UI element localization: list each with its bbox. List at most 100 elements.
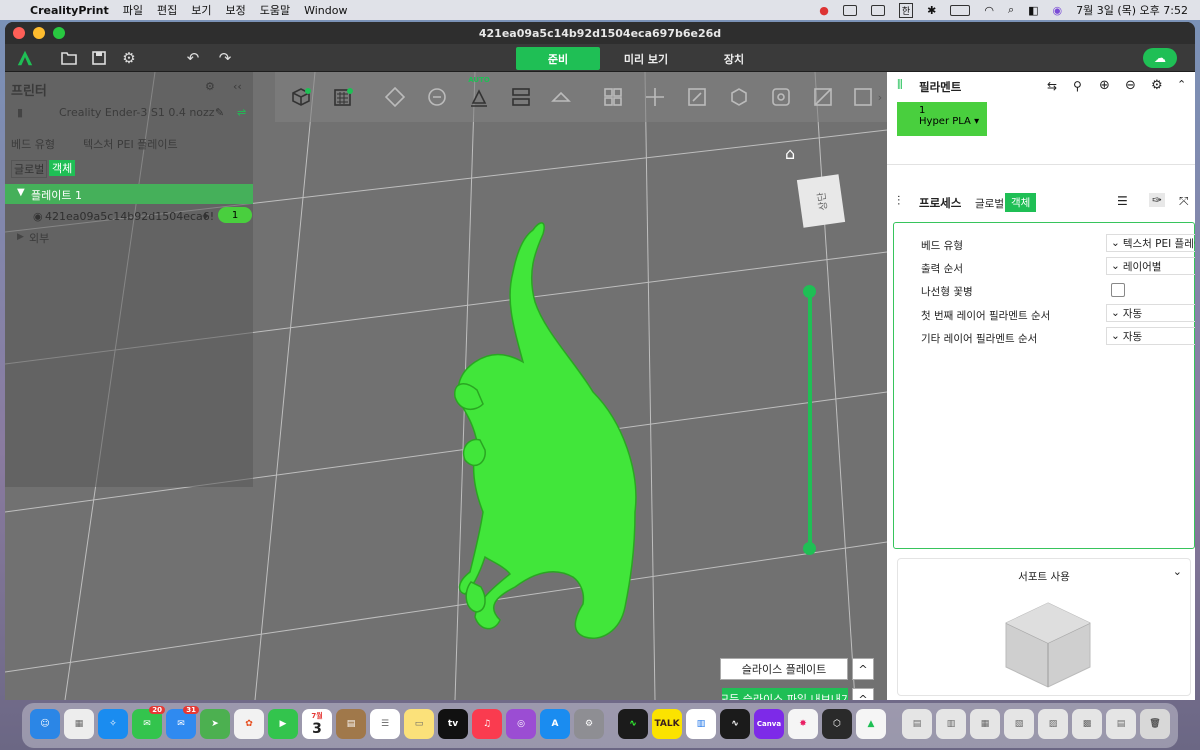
menubar-app-name[interactable]: CrealityPrint [30,4,109,17]
scale-icon[interactable] [683,84,711,110]
prop-spiral-vase-checkbox[interactable] [1111,283,1125,297]
mode-object-tab[interactable]: 객체 [49,160,76,176]
object-name[interactable]: 421ea09a5c14b92d1504eca6! [45,210,214,223]
filament-dropdown-icon[interactable]: ▾ [974,116,979,127]
mode-global-tab[interactable]: 글로벌 [11,160,48,178]
cloud-upload-button[interactable]: ☁ [1143,48,1177,68]
finder-icon[interactable]: ☺ [30,709,60,739]
photos-icon[interactable]: ✿ [234,709,264,739]
edit-printer-icon[interactable]: ✎ [215,106,224,119]
siri-icon[interactable]: ◉ [1053,4,1063,17]
trash-icon[interactable]: 🗑 [1140,709,1170,739]
auto-orient-icon[interactable] [465,84,493,110]
docs-icon[interactable]: ▥ [686,709,716,739]
tab-device[interactable]: 장치 [692,47,776,70]
bed-type-select[interactable]: 텍스처 PEI 플레이트 [83,136,178,152]
messages-icon[interactable]: ✉ 20 [132,706,165,739]
export-options-caret-button[interactable]: ^ [852,688,874,700]
undo-icon[interactable]: ↶ [183,48,203,68]
process-connect-icon[interactable]: ⤧ [1179,194,1189,209]
music-icon[interactable]: ♫ [472,709,502,739]
dock-document-4-icon[interactable]: ▧ [1004,709,1034,739]
dock-document-5-icon[interactable]: ▨ [1038,709,1068,739]
app-store-icon[interactable]: A [540,709,570,739]
object-settings-icon[interactable]: ✦ [201,210,210,223]
mail-icon[interactable]: ✉ 31 [166,706,199,739]
open-folder-icon[interactable] [59,48,79,68]
menu-view[interactable]: 보기 [191,2,211,18]
save-icon[interactable] [89,48,109,68]
spotlight-icon[interactable]: ⌕ [1008,3,1014,17]
support-expand-icon[interactable]: ⌄ [1173,565,1182,578]
settings-gear-icon[interactable]: ⚙ [119,48,139,68]
input-method-icon[interactable]: 한 [898,2,914,18]
menu-calibration[interactable]: 보정 [225,2,245,18]
canva-icon[interactable]: Canva [754,709,784,739]
dock-document-2-icon[interactable]: ▥ [936,709,966,739]
filament-collapse-icon[interactable]: ⌃ [1177,78,1186,91]
process-tab-global[interactable]: 글로벌 [975,196,1004,211]
filament-settings-gear-icon[interactable]: ⚙ [1151,78,1163,93]
layer-slider-top-handle[interactable] [803,285,816,298]
process-list-icon[interactable]: ☰ [1117,194,1128,208]
podcasts-icon[interactable]: ◎ [506,709,536,739]
plate-expand-icon[interactable]: ▼ [17,187,25,198]
rotate-icon[interactable] [725,84,753,110]
visibility-eye-icon[interactable]: ◉ [33,210,43,223]
calendar-icon[interactable]: 7월 3 [302,709,332,739]
support-paint-icon[interactable] [809,84,837,110]
printer-name-select[interactable]: Creality Ender-3 S1 0.4 nozz [59,106,215,119]
object-filament-badge[interactable]: 1 [218,207,252,223]
facetime-icon[interactable]: ▶ [268,709,298,739]
home-view-icon[interactable]: ⌂ [785,144,795,163]
process-brush-icon[interactable]: ✑ [1149,193,1166,207]
process-tab-object[interactable]: 객체 [1005,193,1037,212]
kakaotalk-icon[interactable]: TALK [652,709,682,739]
menu-help[interactable]: 도움말 [260,2,290,18]
slice-plate-button[interactable]: 슬라이스 플레이트 [720,658,848,680]
redo-icon[interactable]: ↷ [215,48,235,68]
dock-document-1-icon[interactable]: ▤ [902,709,932,739]
dock-document-3-icon[interactable]: ▦ [970,709,1000,739]
window-icon[interactable] [870,4,885,16]
menubar-clock[interactable]: 7월 3일 (목) 오후 7:52 [1076,2,1188,18]
split-layout-icon[interactable] [507,84,535,110]
wifi-icon[interactable]: ◠ [984,4,994,17]
system-settings-icon[interactable]: ⚙ [574,709,604,739]
toolbar-scroll-right-icon[interactable]: › [873,84,887,110]
arrange-icon[interactable] [381,84,409,110]
add-filament-icon[interactable]: ⊕ [1099,78,1110,93]
menu-file[interactable]: 파일 [123,2,143,18]
safari-icon[interactable]: ✧ [98,709,128,739]
bambu-studio-icon[interactable]: ⬡ [822,709,852,739]
battery-icon[interactable] [950,4,971,16]
record-icon[interactable]: ● [819,4,829,17]
multi-object-icon[interactable] [599,84,627,110]
printer-settings-gear-icon[interactable]: ⚙ [205,80,215,93]
view-cube[interactable]: 상단 [796,174,846,228]
tab-preview[interactable]: 미리 보기 [604,47,688,70]
add-cube-icon[interactable] [287,84,315,110]
activity-monitor-icon[interactable]: ∿ [618,709,648,739]
layer-slider-track[interactable] [808,290,812,547]
cut-icon[interactable] [767,84,795,110]
prop-bed-type-select[interactable]: ⌄ 텍스처 PEI 플레이 [1106,234,1195,252]
menu-edit[interactable]: 편집 [157,2,177,18]
plate-row[interactable]: ▼ 플레이트 1 [5,184,253,204]
filament-nozzle-icon[interactable]: ⚲ [1073,79,1082,93]
remove-filament-icon[interactable]: ⊖ [1125,78,1136,93]
screen-icon[interactable] [842,4,857,16]
move-icon[interactable] [641,84,669,110]
cougar-model[interactable] [435,212,665,652]
prop-first-layer-order-select[interactable]: ⌄ 자동 [1106,304,1195,322]
tab-prepare[interactable]: 준비 [516,47,600,70]
stocks-icon[interactable]: ∿ [720,709,750,739]
reminders-icon[interactable]: ☰ [370,709,400,739]
lay-on-face-icon[interactable] [547,84,575,110]
color-picker-icon[interactable]: ✸ [788,709,818,739]
notes-icon[interactable]: ▭ [404,709,434,739]
dock-document-7-icon[interactable]: ▤ [1106,709,1136,739]
bluetooth-icon[interactable]: ✱ [927,4,936,17]
layer-slider-bottom-handle[interactable] [803,542,816,555]
filament-slot-card[interactable]: 1 Hyper PLA ▾ [897,102,987,136]
